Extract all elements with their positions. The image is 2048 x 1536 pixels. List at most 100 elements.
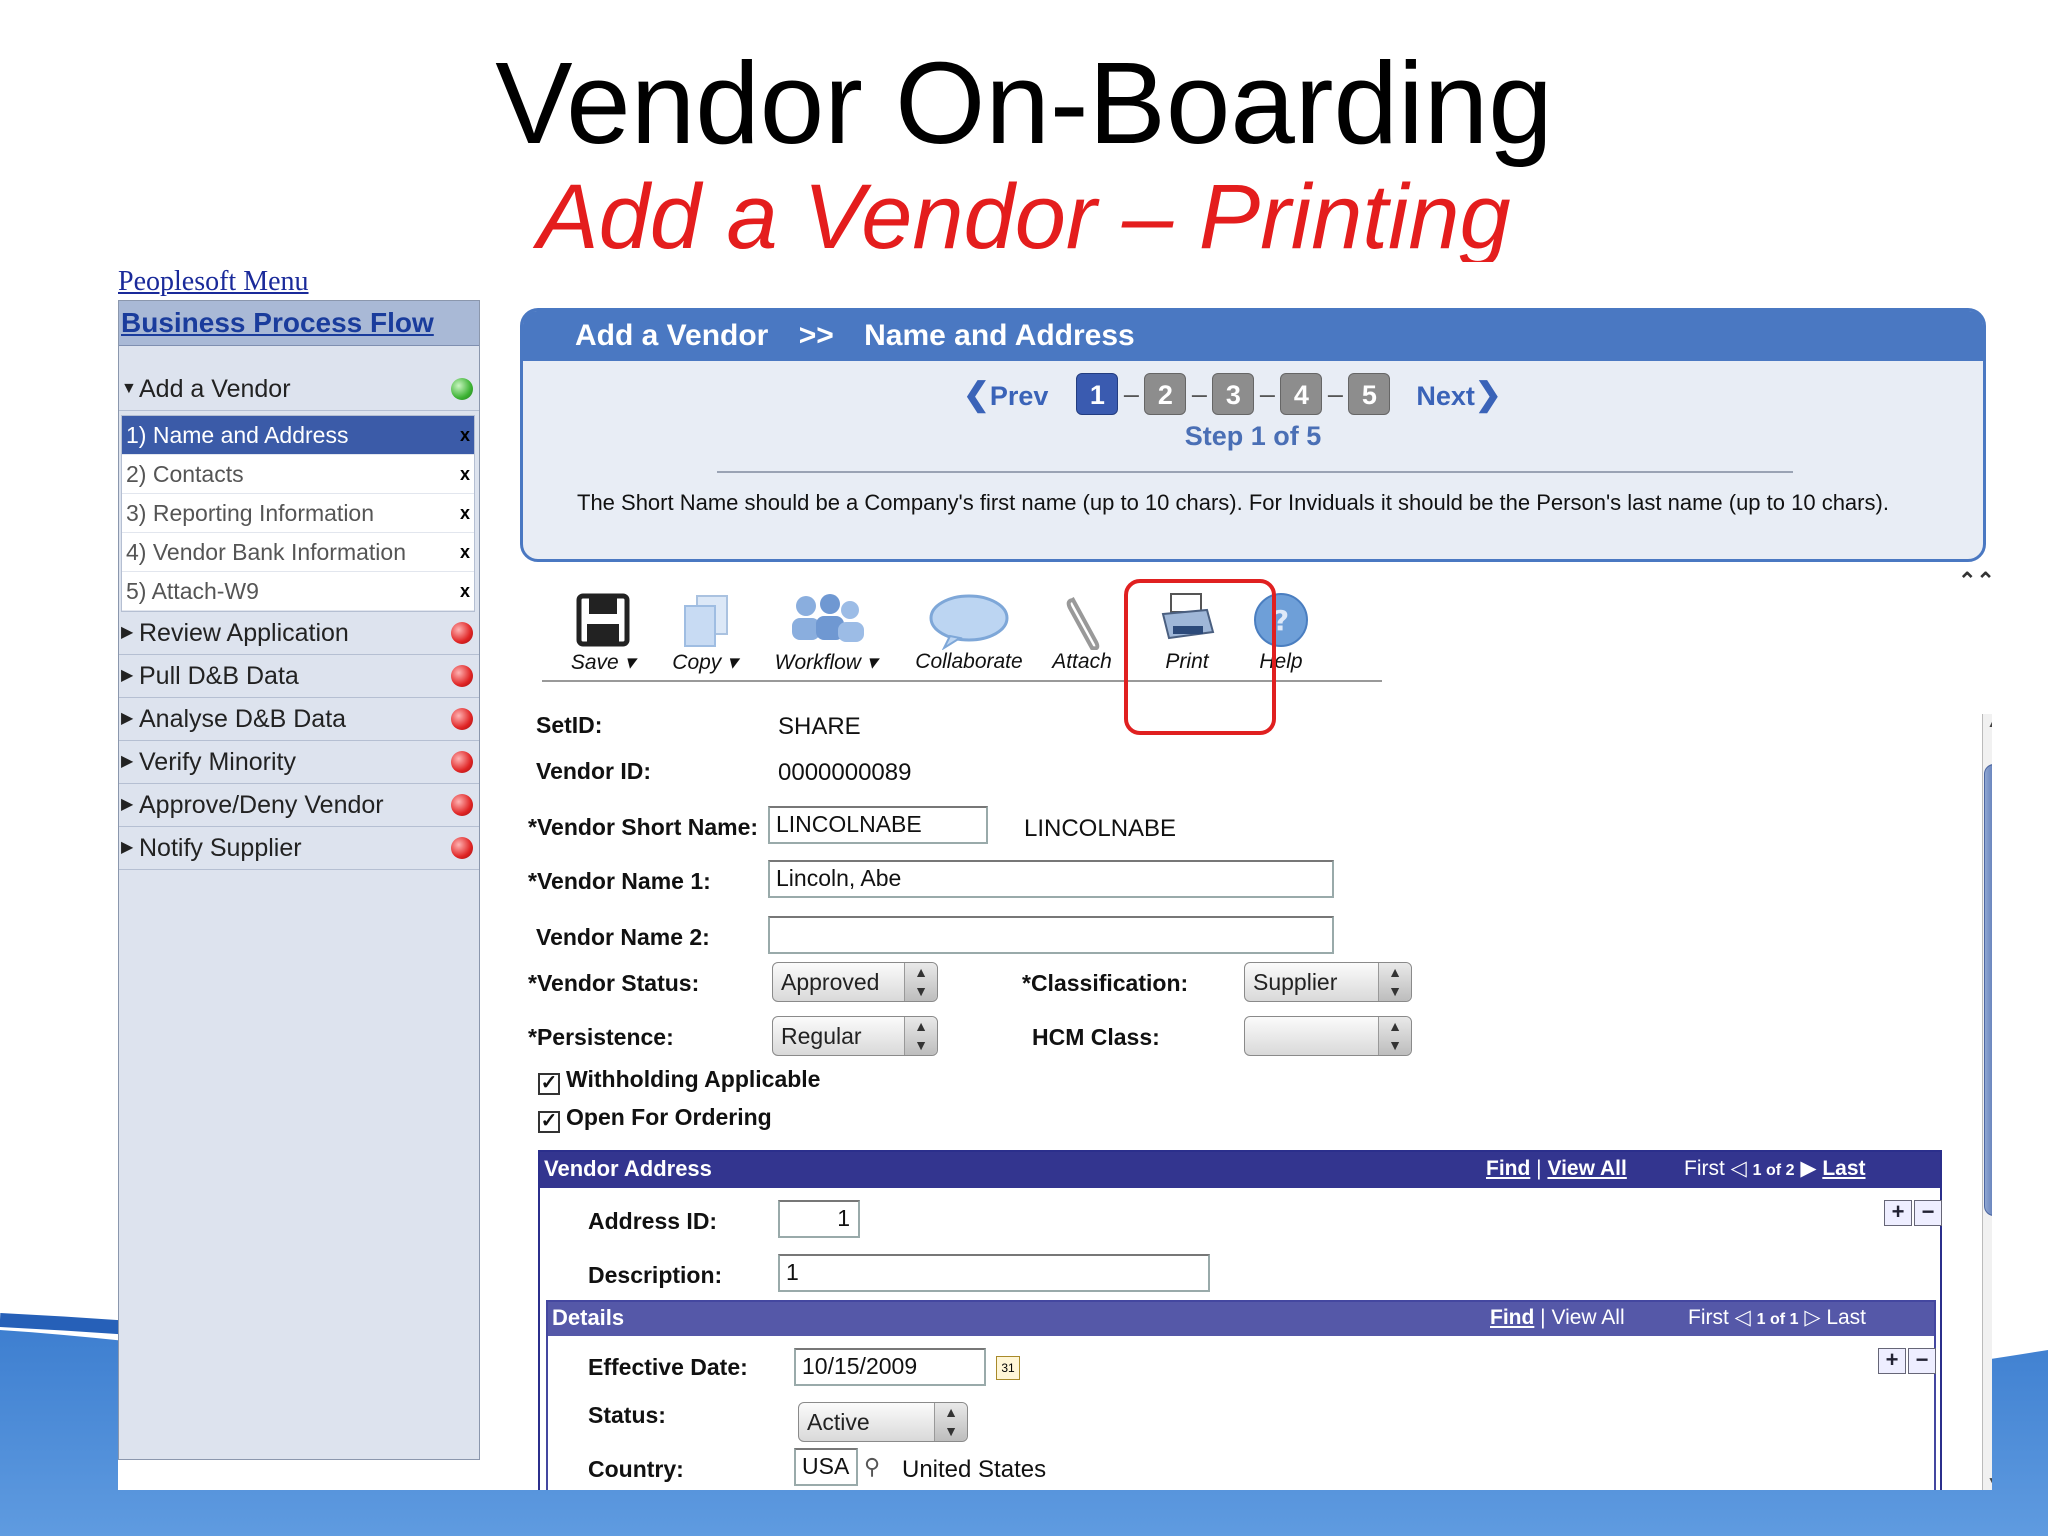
sidebar-item-approve-deny-vendor[interactable]: ▶ Approve/Deny Vendor [119,784,479,827]
open-for-ordering-checkbox[interactable]: ✓ Open For Ordering [538,1104,772,1133]
collapsed-triangle-icon: ▶ [121,753,134,770]
step-2-button[interactable]: 2 [1144,373,1187,415]
expanded-triangle-icon: ▼ [121,380,137,397]
scroll-thumb[interactable] [1984,764,1992,1216]
classification-select[interactable]: Supplier ▲ ▼ [1244,962,1412,1002]
sidebar-item-verify-minority[interactable]: ▶ Verify Minority [119,741,479,784]
vendor-short-name-input[interactable]: LINCOLNABE [768,806,988,844]
status-complete-icon [451,378,473,400]
country-name: United States [902,1456,1047,1483]
first-link[interactable]: First [1688,1306,1729,1329]
view-all-link[interactable]: View All [1551,1306,1624,1329]
workflow-button[interactable]: Workflow ▾ [766,592,886,675]
prev-arrow-icon[interactable]: ◁ [1731,1157,1747,1180]
step-1-button[interactable]: 1 [1076,373,1119,415]
lookup-magnifier-icon[interactable]: ⚲ [864,1454,880,1480]
breadcrumb-separator: >> [798,319,834,352]
vendor-name-1-input[interactable]: Lincoln, Abe [768,860,1334,898]
step-4-button[interactable]: 4 [1280,373,1323,415]
sidebar-item-notify-supplier[interactable]: ▶ Notify Supplier [119,827,479,870]
row-count: 1 of 1 [1756,1311,1799,1328]
substep-reporting-information[interactable]: 3) Reporting Information x [122,494,474,533]
substep-mark: x [459,464,470,484]
vertical-scrollbar[interactable]: ▲ ▼ [1982,714,1992,1490]
select-arrows-icon: ▲ ▼ [904,1017,937,1055]
substep-vendor-bank-information[interactable]: 4) Vendor Bank Information x [122,533,474,572]
collaborate-button[interactable]: Collaborate [904,592,1034,674]
hcm-class-select[interactable]: ▲ ▼ [1244,1016,1412,1056]
add-row-icon[interactable]: + [1884,1200,1912,1226]
withholding-applicable-checkbox[interactable]: ✓ Withholding Applicable [538,1066,820,1095]
sidebar-item-pull-db-data[interactable]: ▶ Pull D&B Data [119,655,479,698]
row-count: 1 of 2 [1752,1162,1795,1179]
paperclip-icon [1066,597,1100,650]
prev-button[interactable]: ❮Prev [963,375,1048,413]
find-link[interactable]: Find [1490,1306,1534,1329]
substep-contacts[interactable]: 2) Contacts x [122,455,474,494]
status-pending-icon [451,708,473,730]
address-id-input[interactable]: 1 [778,1200,860,1238]
status-select[interactable]: Active ▲ ▼ [798,1402,968,1442]
vendor-name-2-input[interactable] [768,916,1334,954]
status-label: Status: [588,1402,666,1428]
substep-mark: x [459,503,470,523]
next-button[interactable]: Next❯ [1416,375,1501,413]
classification-label: *Classification: [1022,970,1189,996]
vendor-name-2-label: Vendor Name 2: [536,924,710,950]
persistence-label: *Persistence: [528,1024,674,1050]
vendor-short-name-display: LINCOLNABE [1024,815,1177,842]
description-input[interactable]: 1 [778,1254,1210,1292]
next-arrow-icon[interactable]: ▷ [1804,1306,1820,1329]
add-row-icon[interactable]: + [1878,1348,1906,1374]
sidebar-item-analyse-db-data[interactable]: ▶ Analyse D&B Data [119,698,479,741]
delete-row-icon[interactable]: − [1914,1200,1942,1226]
speech-bubble-icon [929,594,1009,650]
address-id-label: Address ID: [588,1208,718,1234]
business-process-flow-header[interactable]: Business Process Flow [119,301,479,346]
substep-name-and-address[interactable]: 1) Name and Address x [122,416,474,455]
first-link[interactable]: First [1684,1157,1725,1180]
collapse-chevron-icon[interactable]: ⌃⌃ [1958,568,1992,594]
vendor-status-select[interactable]: Approved ▲ ▼ [772,962,938,1002]
step-separator: – [1191,378,1207,409]
slide-title: Vendor On-Boarding [495,38,1553,168]
find-link[interactable]: Find [1486,1157,1530,1180]
panel-breadcrumb: Add a Vendor >> Name and Address [523,311,1983,361]
next-arrow-icon[interactable]: ▶ [1800,1157,1816,1180]
instruction-text: The Short Name should be a Company's fir… [577,490,1889,515]
step-5-button[interactable]: 5 [1348,373,1391,415]
substep-attach-w9[interactable]: 5) Attach-W9 x [122,572,474,611]
business-process-sidebar: Business Process Flow ▼ Add a Vendor 1) … [118,300,480,1460]
vendor-id-label: Vendor ID: [536,758,652,784]
status-pending-icon [451,837,473,859]
step-3-button[interactable]: 3 [1212,373,1255,415]
calendar-icon[interactable]: 31 [996,1356,1020,1380]
sidebar-item-review-application[interactable]: ▶ Review Application [119,612,479,655]
scroll-up-icon[interactable]: ▲ [1987,716,1992,730]
chevron-right-icon: ❯ [1474,376,1502,412]
chevron-left-icon: ❮ [963,376,990,412]
sidebar-item-add-vendor[interactable]: ▼ Add a Vendor [119,368,479,411]
effective-date-input[interactable]: 10/15/2009 [794,1348,986,1386]
save-button[interactable]: Save ▾ [558,592,648,675]
peoplesoft-menu-link[interactable]: Peoplesoft Menu [118,266,309,298]
attach-button[interactable]: Attach [1042,592,1122,674]
status-pending-icon [451,665,473,687]
copy-icon [684,595,728,647]
prev-arrow-icon[interactable]: ◁ [1735,1306,1751,1329]
view-all-link[interactable]: View All [1547,1157,1626,1180]
copy-button[interactable]: Copy ▾ [660,592,750,675]
persistence-select[interactable]: Regular ▲ ▼ [772,1016,938,1056]
country-label: Country: [588,1456,684,1482]
last-link[interactable]: Last [1822,1157,1865,1180]
country-input[interactable]: USA [794,1448,858,1486]
collapsed-triangle-icon: ▶ [121,710,134,727]
people-icon [792,594,864,642]
last-link[interactable]: Last [1826,1306,1866,1329]
status-pending-icon [451,751,473,773]
substep-mark: x [459,542,470,562]
delete-row-icon[interactable]: − [1908,1348,1936,1374]
scroll-down-icon[interactable]: ▼ [1987,1474,1992,1488]
select-arrows-icon: ▲ ▼ [904,963,937,1001]
sidebar-item-label: Add a Vendor [139,375,291,403]
